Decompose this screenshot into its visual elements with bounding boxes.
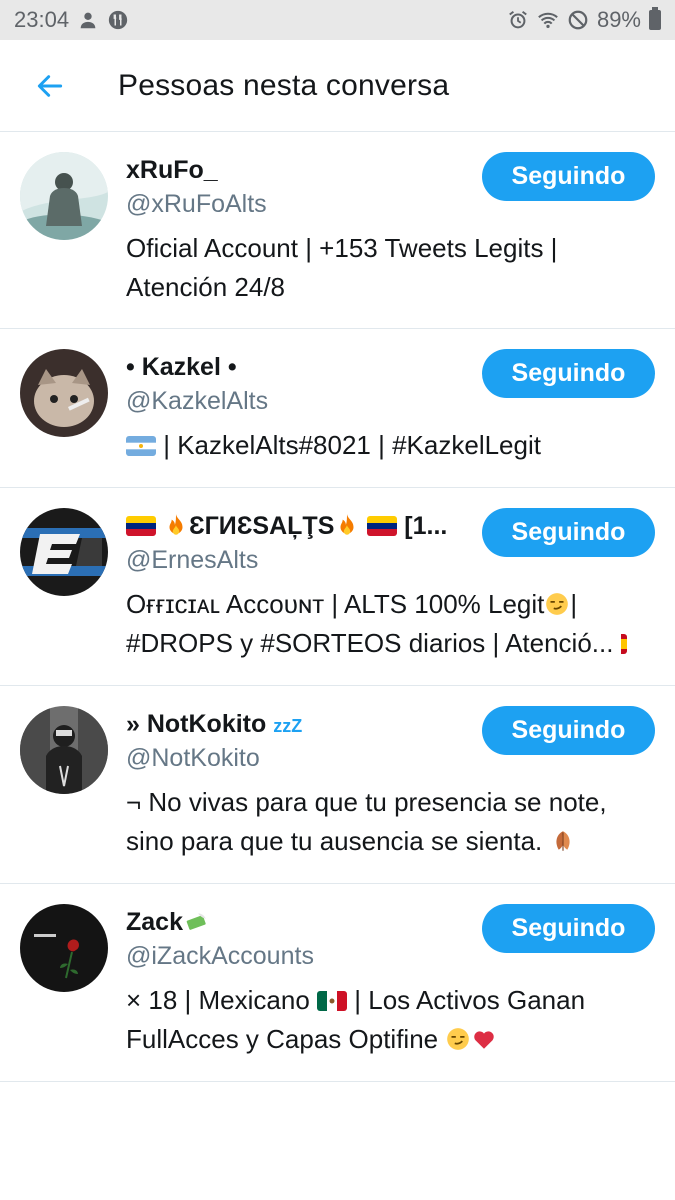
wifi-icon: [537, 9, 559, 31]
header: Pessoas nesta conversa: [0, 40, 675, 132]
argentina-flag-icon: [126, 436, 156, 456]
avatar[interactable]: [20, 152, 108, 240]
bio-line: Oficial Account | +153 Tweets Legits |: [126, 233, 558, 263]
avatar[interactable]: [20, 349, 108, 437]
status-time: 23:04: [14, 7, 70, 32]
arrow-left-icon: [37, 74, 63, 97]
bio-line: × 18 | Mexicano | Los Activos Ganan: [126, 985, 586, 1015]
money-with-wings-icon: [183, 908, 209, 934]
display-name-text: ƐГИƐSAĻŢS: [188, 512, 335, 540]
following-button[interactable]: Seguindo: [482, 904, 655, 953]
mexico-flag-icon: [317, 991, 348, 1011]
display-name: Zack: [126, 906, 481, 938]
display-name-suffix: [1...: [404, 512, 448, 540]
display-name: • Kazkel •: [126, 353, 237, 381]
bio-line: sino para que tu ausencia se sienta.: [126, 822, 651, 861]
bio-line: Oғғɪᴄɪᴀʟ Aᴄᴄᴏᴜɴᴛ | ALTS 100% Legit |: [126, 589, 578, 619]
venezuela-flag-icon: [126, 516, 156, 536]
venezuela-flag-icon: [367, 516, 398, 536]
red-heart-icon: [471, 1026, 497, 1052]
page-title: Pessoas nesta conversa: [118, 68, 450, 102]
bio: × 18 | Mexicano | Los Activos Ganan Full…: [126, 981, 651, 1059]
fire-icon: [334, 512, 360, 538]
spain-flag-icon: [613, 634, 628, 654]
person-row[interactable]: • Kazkel • @KazkelAlts | KazkelAlts#8021…: [0, 329, 675, 488]
restaurant-icon: [107, 9, 129, 31]
bio-text: | KazkelAlts#8021 | #KazkelLegit: [163, 430, 541, 460]
notification-icon: [77, 9, 99, 31]
person-row[interactable]: » NotKokito zzZ @NotKokito ¬ No vivas pa…: [0, 686, 675, 884]
avatar[interactable]: [20, 904, 108, 992]
display-name: ƐГИƐSAĻŢS [1...: [126, 510, 481, 542]
zzz-sleeping-icon: zzZ: [273, 716, 303, 736]
bio: Oғғɪᴄɪᴀʟ Aᴄᴄᴏᴜɴᴛ | ALTS 100% Legit | #DRO…: [126, 585, 651, 663]
person-row[interactable]: Zack @iZackAccounts × 18 | Mexicano | Lo…: [0, 884, 675, 1082]
battery-icon: [649, 7, 661, 30]
bio: ¬ No vivas para que tu presencia se note…: [126, 783, 651, 861]
battery-percent: 89%: [596, 7, 641, 32]
following-button[interactable]: Seguindo: [482, 706, 655, 755]
following-button[interactable]: Seguindo: [482, 152, 655, 201]
avatar[interactable]: [20, 706, 108, 794]
smirk-face-icon: [544, 591, 570, 617]
bio-line: ¬ No vivas para que tu presencia se note…: [126, 787, 607, 817]
do-not-disturb-icon: [567, 9, 589, 31]
bio-line: #DROPS y #SORTEOS diarios | Atenció...: [126, 624, 651, 663]
alarm-icon: [507, 9, 529, 31]
back-button[interactable]: [30, 66, 70, 106]
following-button[interactable]: Seguindo: [482, 349, 655, 398]
fire-icon: [163, 512, 189, 538]
bio-line: FullAcces y Capas Optifine: [126, 1020, 651, 1059]
display-name: xRuFo_: [126, 156, 218, 184]
person-row[interactable]: ƐГИƐSAĻŢS [1... @ErnesAlts Oғғɪᴄɪᴀʟ Aᴄᴄᴏ…: [0, 488, 675, 686]
following-button[interactable]: Seguindo: [482, 508, 655, 557]
display-name: » NotKokito zzZ: [126, 710, 303, 738]
person-row[interactable]: xRuFo_ @xRuFoAlts Oficial Account | +153…: [0, 132, 675, 329]
status-bar: 23:04 89%: [0, 0, 675, 40]
smirk-face-icon: [445, 1026, 471, 1052]
avatar[interactable]: [20, 508, 108, 596]
bio: | KazkelAlts#8021 | #KazkelLegit: [126, 426, 651, 465]
fallen-leaf-icon: [550, 828, 576, 854]
bio: Oficial Account | +153 Tweets Legits | A…: [126, 229, 651, 307]
bio-line: Atención 24/8: [126, 272, 286, 302]
